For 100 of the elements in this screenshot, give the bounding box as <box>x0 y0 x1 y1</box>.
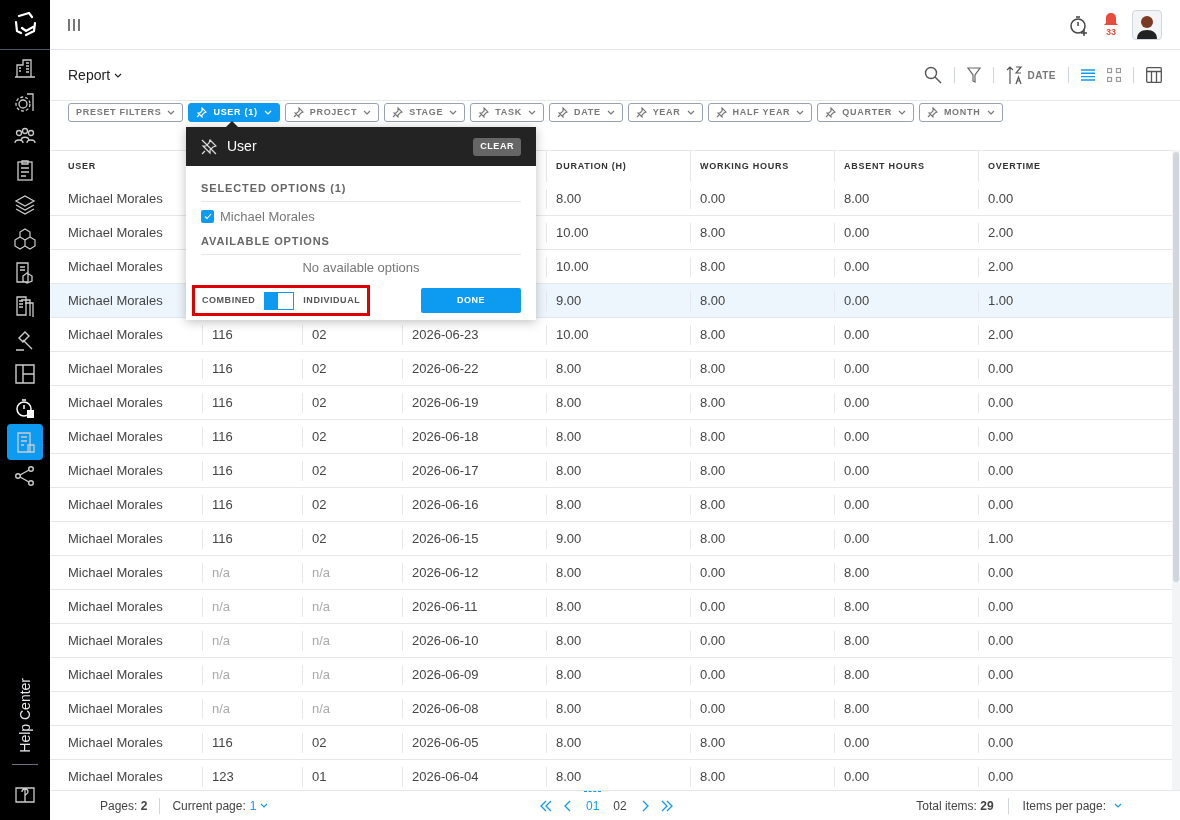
table-cell-text: 8.00 <box>700 291 726 310</box>
table-cell-text: Michael Morales <box>68 529 163 548</box>
chevron-icon <box>527 110 536 115</box>
table-cell-text: 8.00 <box>556 359 582 378</box>
table-cell-text: Michael Morales <box>68 631 163 650</box>
chevron-icon <box>260 803 269 808</box>
menu-icon[interactable] <box>68 18 80 31</box>
layout-icon <box>14 362 36 386</box>
table-cell-text: 0.00 <box>988 495 1014 514</box>
table-cell-text: 8.00 <box>700 495 726 514</box>
buildings-icon <box>14 56 36 80</box>
chevron-icon <box>686 110 695 115</box>
table-cell-text: Michael Morales <box>68 563 163 582</box>
table-cell-text: 0.00 <box>844 427 870 446</box>
table-cell-text: 8.00 <box>844 631 870 650</box>
current-page-dropdown[interactable]: Current page: 1 <box>172 796 269 815</box>
filter-chip[interactable]: MONTH <box>918 103 1003 122</box>
table-cell-text: 0.00 <box>988 699 1014 718</box>
table-cell-text: Michael Morales <box>68 733 163 752</box>
notification-count: 33 <box>1106 27 1116 37</box>
table-cell-text: 8.00 <box>556 563 582 582</box>
filter-chip[interactable]: PRESET FILTERS <box>68 103 184 122</box>
search-icon[interactable] <box>923 66 942 84</box>
columns-icon[interactable] <box>1146 67 1162 83</box>
table-cell-text: 9.00 <box>556 529 582 548</box>
table-cell-text: 8.00 <box>700 461 726 480</box>
table-cell-text: 8.00 <box>844 597 870 616</box>
table-cell-text: 2026-06-23 <box>412 325 479 344</box>
column-header[interactable]: USER <box>68 159 96 174</box>
table-cell-text: 8.00 <box>700 223 726 242</box>
filter-icon[interactable] <box>966 67 981 83</box>
table-cell-text: Michael Morales <box>68 699 163 718</box>
chevron-icon <box>986 110 995 115</box>
filter-chip[interactable]: QUARTER <box>817 103 914 122</box>
table-cell-text: n/a <box>212 699 231 718</box>
table-cell-text: 8.00 <box>844 699 870 718</box>
table-cell-text: 10.00 <box>556 223 589 242</box>
chevron-icon <box>606 110 615 115</box>
page-link[interactable]: 02 <box>611 790 629 820</box>
table-cell-text: n/a <box>312 665 331 684</box>
table-cell-text: 2026-06-12 <box>412 563 479 582</box>
grid-view-icon[interactable] <box>1107 68 1121 82</box>
avatar[interactable] <box>1132 9 1162 40</box>
table-cell-text: 1.00 <box>988 529 1014 548</box>
filter-chip[interactable]: DATE <box>548 103 623 122</box>
unpin-icon[interactable] <box>201 138 217 155</box>
last-page-button[interactable] <box>660 799 673 812</box>
scrollbar[interactable] <box>1172 150 1180 790</box>
notification-button[interactable]: 33 <box>1104 12 1118 37</box>
help-center-label[interactable]: Help Center <box>14 677 36 753</box>
table-cell-text: 8.00 <box>700 427 726 446</box>
filter-chip[interactable]: TASK <box>470 103 544 122</box>
checkbox[interactable] <box>201 210 214 223</box>
timer-add-icon[interactable] <box>1068 13 1090 36</box>
items-per-page-dropdown[interactable]: Items per page: <box>1022 796 1122 815</box>
chevron-icon <box>114 72 123 78</box>
table-cell-text: 0.00 <box>700 665 726 684</box>
table-cell-text: 116 <box>212 393 233 412</box>
filter-chip[interactable]: STAGE <box>384 103 466 122</box>
table-cell-text: 2026-06-18 <box>412 427 479 446</box>
share-icon <box>14 464 36 488</box>
table-cell-text: Michael Morales <box>68 393 163 412</box>
toggle-switch[interactable] <box>264 291 295 310</box>
first-page-button[interactable] <box>540 799 552 812</box>
table-cell-text: 0.00 <box>844 325 870 344</box>
table-cell-text: 02 <box>312 495 327 514</box>
table-cell-text: 02 <box>312 393 327 412</box>
table-cell-text: 0.00 <box>988 733 1014 752</box>
table-cell-text: 2.00 <box>988 325 1014 344</box>
logo-icon[interactable] <box>13 11 37 38</box>
building-gear-icon <box>14 90 36 114</box>
table-cell-text: 0.00 <box>844 223 870 242</box>
table-cell-text: 2026-06-22 <box>412 359 479 378</box>
table-cell-text: 0.00 <box>844 257 870 276</box>
table-cell-text: 02 <box>312 427 327 446</box>
table-cell-text: 116 <box>212 359 233 378</box>
table-cell-text: n/a <box>212 563 231 582</box>
column-header[interactable]: WORKING HOURS <box>700 159 789 174</box>
table-cell-text: 0.00 <box>844 767 870 786</box>
table-cell-text: Michael Morales <box>68 359 163 378</box>
table-cell-text: n/a <box>312 597 331 616</box>
sort-button[interactable]: DATE <box>1005 65 1056 85</box>
filter-chip[interactable]: YEAR <box>627 103 703 122</box>
column-header[interactable]: DURATION (H) <box>556 159 627 174</box>
table-cell-text: 0.00 <box>844 393 870 412</box>
report-dropdown[interactable]: Report <box>68 64 123 86</box>
filter-chip[interactable]: HALF YEAR <box>707 103 813 122</box>
table-cell-text: 0.00 <box>988 189 1014 208</box>
chevron-icon <box>449 110 458 115</box>
filter-chip[interactable]: PROJECT <box>284 103 380 122</box>
table-cell-text: Michael Morales <box>68 325 163 344</box>
table-cell-text: 2026-06-15 <box>412 529 479 548</box>
list-view-icon[interactable] <box>1081 69 1095 81</box>
clear-button[interactable]: CLEAR <box>473 137 521 156</box>
column-header[interactable]: ABSENT HOURS <box>844 159 925 174</box>
column-header[interactable]: OVERTIME <box>988 159 1041 174</box>
table-cell-text: 9.00 <box>556 291 582 310</box>
table-cell-text: 0.00 <box>988 767 1014 786</box>
toggle-label: INDIVIDUAL <box>303 293 361 307</box>
chevron-icon <box>796 110 805 115</box>
